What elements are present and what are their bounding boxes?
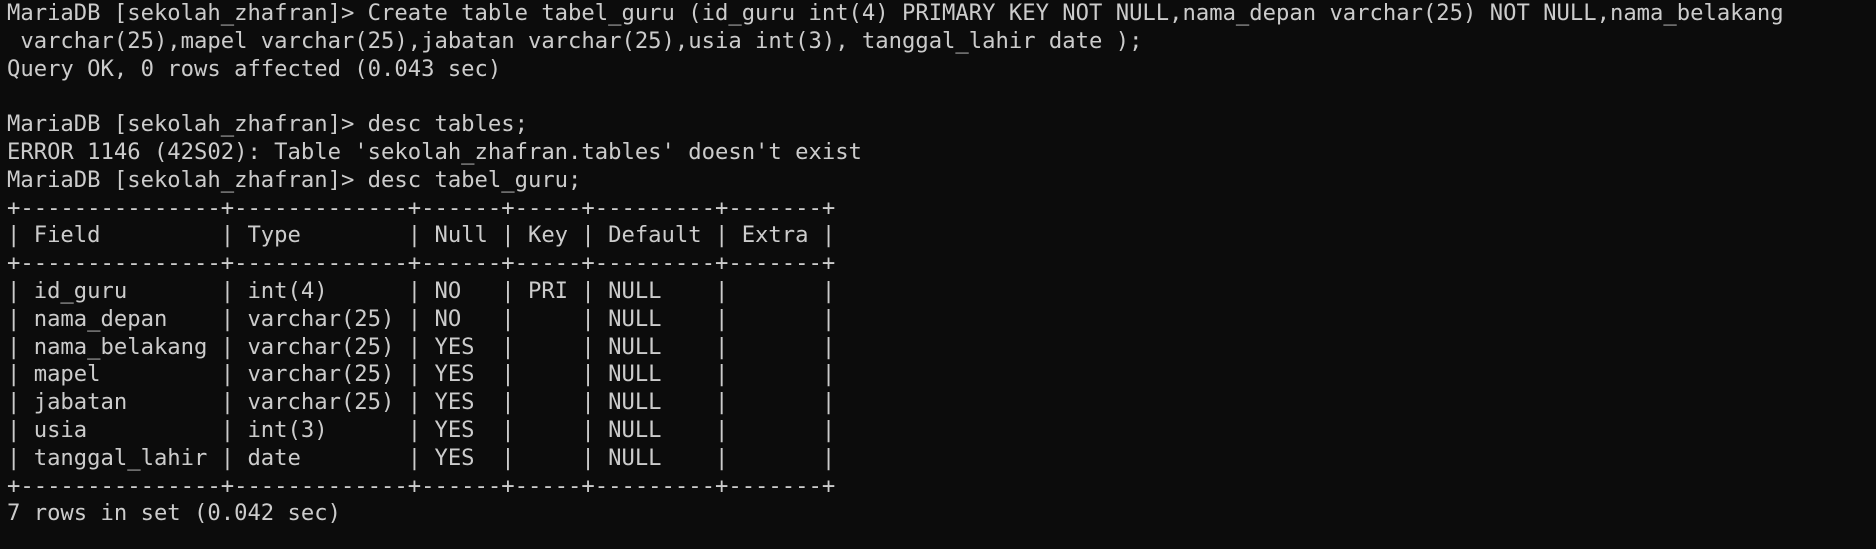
create-table-command-line-2: varchar(25),mapel varchar(25),jabatan va…	[7, 27, 1143, 54]
rows-in-set-output: 7 rows in set (0.042 sec)	[7, 500, 341, 527]
table-row: | mapel | varchar(25) | YES | | NULL | |	[7, 361, 836, 388]
table-row: | nama_depan | varchar(25) | NO | | NULL…	[7, 305, 836, 332]
table-row: | jabatan | varchar(25) | YES | | NULL |…	[7, 389, 836, 416]
table-row: | usia | int(3) | YES | | NULL | |	[7, 416, 836, 443]
query-ok-output: Query OK, 0 rows affected (0.043 sec)	[7, 55, 502, 82]
table-border-bottom: +---------------+-------------+------+--…	[7, 472, 836, 499]
table-border-top: +---------------+-------------+------+--…	[7, 194, 836, 221]
error-output: ERROR 1146 (42S02): Table 'sekolah_zhafr…	[7, 138, 862, 165]
table-row: | tanggal_lahir | date | YES | | NULL | …	[7, 444, 836, 471]
desc-tabel-guru-command: MariaDB [sekolah_zhafran]> desc tabel_gu…	[7, 166, 582, 193]
table-header-row: | Field | Type | Null | Key | Default | …	[7, 222, 836, 249]
desc-tables-command: MariaDB [sekolah_zhafran]> desc tables;	[7, 111, 528, 138]
create-table-command-line-1: MariaDB [sekolah_zhafran]> Create table …	[7, 0, 1784, 26]
terminal-window[interactable]: MariaDB [sekolah_zhafran]> Create table …	[0, 0, 1876, 549]
table-border-header: +---------------+-------------+------+--…	[7, 250, 836, 277]
table-row: | id_guru | int(4) | NO | PRI | NULL | |	[7, 277, 836, 304]
table-row: | nama_belakang | varchar(25) | YES | | …	[7, 333, 836, 360]
